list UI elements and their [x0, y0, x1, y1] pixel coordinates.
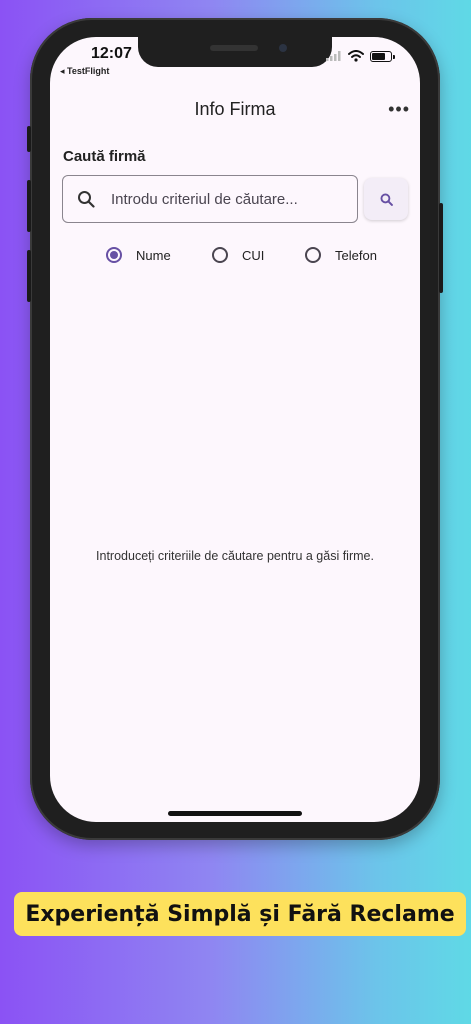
power-button — [439, 203, 443, 293]
mute-switch — [27, 126, 31, 152]
search-icon — [380, 193, 393, 206]
search-field[interactable] — [62, 175, 358, 223]
notch — [138, 37, 332, 67]
radio-label: CUI — [242, 247, 265, 263]
radio-nume[interactable]: Nume — [106, 247, 171, 263]
empty-state-message: Introduceți criteriile de căutare pentru… — [96, 549, 374, 563]
more-options-icon[interactable]: ••• — [388, 99, 410, 120]
search-type-radio-group: Nume CUI Telefon — [50, 247, 420, 267]
search-button[interactable] — [364, 178, 408, 220]
radio-checked-icon — [106, 247, 122, 263]
search-icon — [78, 191, 95, 208]
search-section-label: Caută firmă — [63, 148, 146, 165]
back-to-testflight-link[interactable]: ◂ TestFlight — [60, 66, 109, 77]
page-title: Info Firma — [194, 99, 276, 119]
volume-up-button — [27, 180, 31, 232]
home-indicator — [168, 811, 302, 816]
radio-unchecked-icon — [305, 247, 321, 263]
status-time: 12:07 — [91, 45, 132, 62]
radio-label: Telefon — [335, 247, 377, 263]
signal-icon — [326, 51, 341, 61]
wifi-icon — [348, 50, 364, 62]
speaker — [210, 45, 258, 51]
radio-cui[interactable]: CUI — [212, 247, 264, 263]
search-input[interactable] — [111, 190, 341, 208]
camera — [279, 44, 287, 52]
radio-label: Nume — [136, 247, 171, 263]
battery-icon — [370, 50, 395, 62]
app-screen: 12:07 ◂ TestFlight Info Firma ••• Caută … — [50, 37, 420, 822]
promo-banner: Experiență Simplă și Fără Reclame — [14, 892, 466, 936]
status-icons — [326, 50, 395, 62]
radio-unchecked-icon — [212, 247, 228, 263]
volume-down-button — [27, 250, 31, 302]
radio-telefon[interactable]: Telefon — [305, 247, 377, 263]
